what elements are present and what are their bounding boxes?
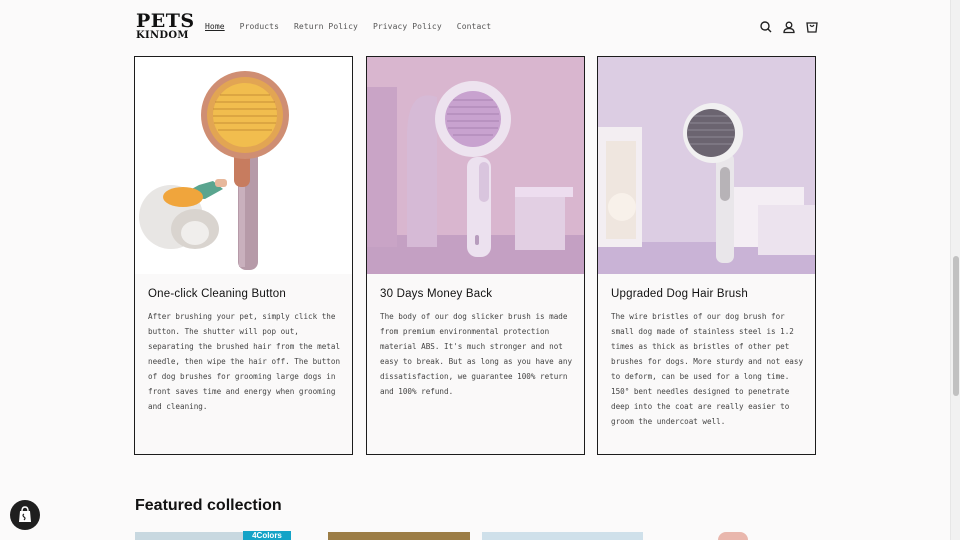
colors-badge: 4Colors	[243, 531, 291, 540]
nav-products[interactable]: Products	[240, 22, 279, 31]
product-image	[367, 57, 584, 274]
nav-contact[interactable]: Contact	[457, 22, 491, 31]
main-nav: Home Products Return Policy Privacy Poli…	[205, 22, 506, 31]
card-title: One-click Cleaning Button	[148, 288, 286, 300]
search-icon[interactable]	[758, 19, 774, 35]
product-image	[135, 57, 352, 274]
logo[interactable]: PETS KINDOM	[136, 10, 195, 41]
nav-return-policy[interactable]: Return Policy	[294, 22, 358, 31]
nav-privacy-policy[interactable]: Privacy Policy	[373, 22, 442, 31]
featured-collection-heading: Featured collection	[135, 497, 282, 514]
feature-card-dog-brush: Upgraded Dog Hair Brush The wire bristle…	[597, 56, 816, 455]
shopping-bag-icon	[19, 506, 31, 522]
card-body: The body of our dog slicker brush is mad…	[380, 312, 573, 396]
logo-line-1: PETS	[136, 10, 195, 32]
product-thumbnail[interactable]	[482, 532, 643, 540]
feature-card-cleaning: One-click Cleaning Button After brushing…	[134, 56, 353, 455]
card-title: Upgraded Dog Hair Brush	[611, 288, 748, 300]
feature-card-money-back: 30 Days Money Back The body of our dog s…	[366, 56, 585, 455]
site-header: PETS KINDOM Home Products Return Policy …	[0, 0, 950, 56]
product-image	[598, 57, 815, 274]
cart-icon[interactable]	[804, 19, 820, 35]
product-thumbnail[interactable]	[135, 532, 243, 540]
logo-line-2: KINDOM	[136, 30, 189, 41]
card-body: After brushing your pet, simply click th…	[148, 312, 341, 411]
account-icon[interactable]	[781, 19, 797, 35]
card-title: 30 Days Money Back	[380, 288, 493, 300]
nav-home[interactable]: Home	[205, 22, 225, 31]
scrollbar-thumb[interactable]	[953, 256, 959, 396]
product-thumbnail[interactable]	[328, 532, 470, 540]
product-thumbnail[interactable]	[718, 532, 748, 540]
shopify-chat-button[interactable]	[10, 500, 40, 530]
card-body: The wire bristles of our dog brush for s…	[611, 312, 804, 426]
page-scrollbar[interactable]	[950, 0, 960, 540]
